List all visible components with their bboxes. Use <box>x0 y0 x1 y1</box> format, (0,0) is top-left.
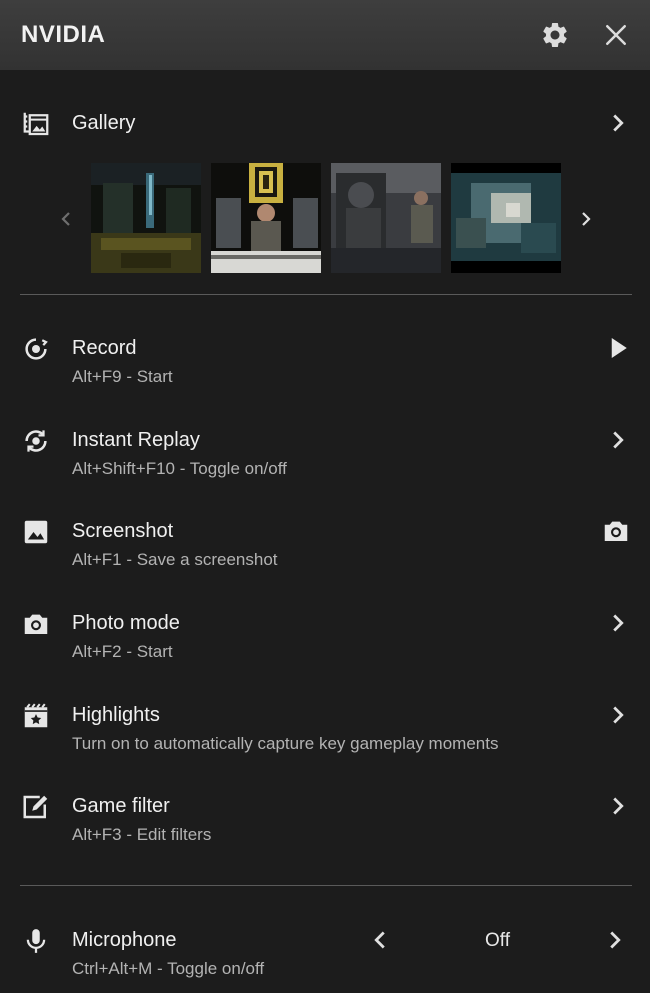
gallery-prev-chevron-left-icon[interactable] <box>54 204 78 234</box>
game-filter-shortcut: Alt+F3 - Edit filters <box>72 825 212 844</box>
instant-replay-title: Instant Replay <box>72 429 200 451</box>
record-row[interactable]: Record Alt+F9 - Start <box>0 333 650 393</box>
app-header: NVIDIA <box>0 0 650 70</box>
instant-replay-row[interactable]: Instant Replay Alt+Shift+F10 - Toggle on… <box>0 425 650 485</box>
screenshot-row[interactable]: Screenshot Alt+F1 - Save a screenshot <box>0 516 650 576</box>
gallery-thumbnail[interactable] <box>211 163 321 273</box>
microphone-next-chevron-right-icon[interactable] <box>600 925 630 955</box>
image-icon <box>21 517 51 547</box>
screenshot-shortcut: Alt+F1 - Save a screenshot <box>72 550 278 569</box>
gallery-thumbnail[interactable] <box>331 163 441 273</box>
gallery-open-chevron-right-icon[interactable] <box>603 108 633 138</box>
game-filter-chevron-right-icon[interactable] <box>603 791 633 821</box>
microphone-title: Microphone <box>72 929 177 951</box>
highlights-clapper-star-icon <box>21 701 51 731</box>
gallery-row[interactable]: Gallery <box>0 106 650 142</box>
game-filter-edit-icon <box>21 792 51 822</box>
highlights-row[interactable]: Highlights Turn on to automatically capt… <box>0 700 650 760</box>
divider <box>20 885 632 886</box>
gallery-icon <box>21 109 51 139</box>
gallery-next-chevron-right-icon[interactable] <box>574 204 598 234</box>
gallery-label: Gallery <box>72 112 136 134</box>
highlights-title: Highlights <box>72 704 160 726</box>
record-start-play-icon[interactable] <box>603 333 633 363</box>
instant-replay-chevron-right-icon[interactable] <box>603 425 633 455</box>
photo-mode-shortcut: Alt+F2 - Start <box>72 642 173 661</box>
photo-mode-title: Photo mode <box>72 612 180 634</box>
microphone-prev-chevron-left-icon[interactable] <box>365 925 395 955</box>
record-title: Record <box>72 337 137 359</box>
game-filter-row[interactable]: Game filter Alt+F3 - Edit filters <box>0 791 650 851</box>
gallery-thumbnail[interactable] <box>91 163 201 273</box>
microphone-shortcut: Ctrl+Alt+M - Toggle on/off <box>72 959 265 978</box>
highlights-description: Turn on to automatically capture key gam… <box>72 734 499 753</box>
gallery-thumbnail[interactable] <box>451 163 561 273</box>
close-icon[interactable] <box>601 20 631 50</box>
record-icon <box>21 334 51 364</box>
settings-gear-icon[interactable] <box>540 20 570 50</box>
record-shortcut: Alt+F9 - Start <box>72 367 173 386</box>
game-filter-title: Game filter <box>72 795 170 817</box>
app-title: NVIDIA <box>21 21 106 48</box>
take-screenshot-camera-icon[interactable] <box>601 516 631 546</box>
photo-mode-row[interactable]: Photo mode Alt+F2 - Start <box>0 608 650 668</box>
screenshot-title: Screenshot <box>72 520 174 542</box>
highlights-chevron-right-icon[interactable] <box>603 700 633 730</box>
instant-replay-icon <box>21 426 51 456</box>
microphone-icon <box>21 926 51 956</box>
microphone-value: Off <box>485 930 510 951</box>
camera-icon <box>21 609 51 639</box>
divider <box>20 294 632 295</box>
instant-replay-shortcut: Alt+Shift+F10 - Toggle on/off <box>72 459 287 478</box>
microphone-row: Microphone Ctrl+Alt+M - Toggle on/off Of… <box>0 925 650 985</box>
photo-mode-chevron-right-icon[interactable] <box>603 608 633 638</box>
